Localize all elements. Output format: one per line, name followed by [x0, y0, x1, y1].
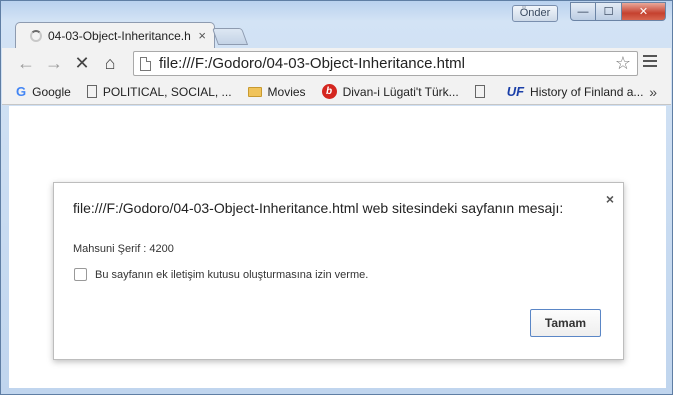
suppress-dialogs-label: Bu sayfanın ek iletişim kutusu oluşturma…	[95, 268, 369, 281]
back-button[interactable]: ←	[12, 50, 40, 78]
bookmark-star-icon[interactable]: ☆	[615, 53, 631, 74]
address-bar[interactable]: file:///F:/Godoro/04-03-Object-Inheritan…	[133, 51, 638, 76]
dialog-message: Mahsuni Şerif : 4200	[73, 243, 174, 255]
bookmark-label: Divan-i Lügati't Türk...	[342, 84, 459, 99]
menu-icon[interactable]	[643, 55, 657, 70]
alert-dialog: file:///F:/Godoro/04-03-Object-Inheritan…	[53, 182, 624, 360]
close-window-button[interactable]: ✕	[622, 2, 666, 21]
tab-title: 04-03-Object-Inheritance.h	[48, 28, 191, 43]
minimize-button[interactable]: —	[570, 2, 596, 21]
tab-close-icon[interactable]: ×	[198, 28, 206, 43]
forward-button[interactable]: →	[40, 50, 68, 78]
suppress-dialogs-checkbox[interactable]	[74, 268, 87, 281]
toolbar: ← → ✕ ⌂ file:///F:/Godoro/04-03-Object-I…	[2, 48, 671, 79]
page-icon	[140, 56, 151, 71]
ok-button[interactable]: Tamam	[530, 309, 601, 337]
page-icon	[86, 85, 97, 98]
bookmark-label: History of Finland a...	[530, 84, 644, 99]
window-controls: — ☐ ✕	[570, 2, 666, 21]
bookmark-divan[interactable]: b Divan-i Lügati't Türk...	[321, 84, 459, 99]
google-icon: G	[16, 84, 27, 99]
uf-icon: UF	[506, 84, 525, 99]
tab-active[interactable]: 04-03-Object-Inheritance.h ×	[15, 22, 215, 48]
bookmarks-bar: G Google POLITICAL, SOCIAL, ... Movies b…	[2, 79, 671, 105]
loading-spinner-icon	[30, 29, 42, 42]
home-button[interactable]: ⌂	[96, 50, 124, 78]
bookmark-label: Movies	[267, 84, 306, 99]
bookmark-untitled[interactable]	[474, 85, 491, 98]
bookmarks-more-icon[interactable]: »	[649, 84, 657, 100]
stop-button[interactable]: ✕	[68, 50, 96, 78]
maximize-button[interactable]: ☐	[596, 2, 622, 21]
bookmark-history-finland[interactable]: UF History of Finland a...	[507, 84, 644, 99]
user-profile-button[interactable]: Önder	[512, 5, 558, 22]
bookmark-label: Google	[32, 84, 71, 99]
bookmark-label: POLITICAL, SOCIAL, ...	[102, 84, 232, 99]
browser-window: Önder — ☐ ✕ 04-03-Object-Inheritance.h ×…	[0, 0, 673, 395]
divan-icon: b	[321, 84, 337, 99]
dialog-title: file:///F:/Godoro/04-03-Object-Inheritan…	[73, 200, 564, 216]
dialog-close-icon[interactable]: ×	[606, 191, 614, 207]
page-icon	[474, 85, 485, 98]
bookmark-political[interactable]: POLITICAL, SOCIAL, ...	[86, 84, 232, 99]
new-tab-button[interactable]	[211, 28, 249, 45]
bookmark-movies[interactable]: Movies	[247, 84, 306, 99]
folder-icon	[247, 86, 262, 97]
bookmark-google[interactable]: G Google	[16, 84, 71, 99]
url-text[interactable]: file:///F:/Godoro/04-03-Object-Inheritan…	[159, 55, 615, 72]
suppress-dialogs-row[interactable]: Bu sayfanın ek iletişim kutusu oluşturma…	[74, 268, 368, 281]
